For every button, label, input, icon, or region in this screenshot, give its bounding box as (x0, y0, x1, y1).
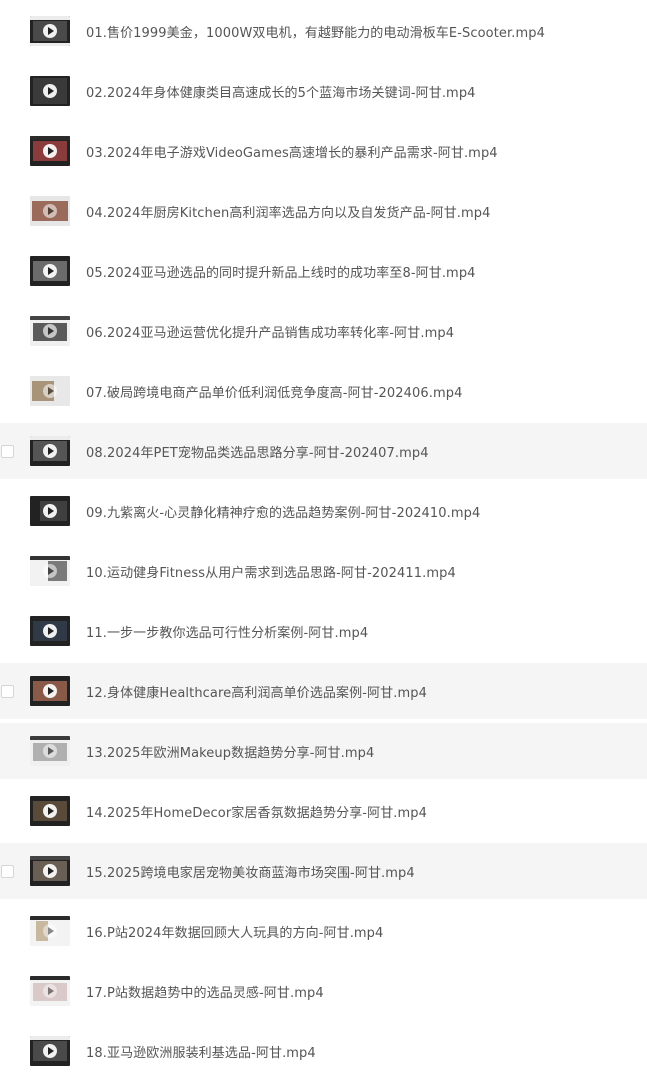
file-row[interactable]: 12.身体健康Healthcare高利润高单价选品案例-阿甘.mp4 (0, 663, 647, 719)
file-name[interactable]: 12.身体健康Healthcare高利润高单价选品案例-阿甘.mp4 (86, 682, 427, 701)
file-name[interactable]: 07.破局跨境电商产品单价低利润低竞争度高-阿甘-202406.mp4 (86, 382, 463, 401)
video-thumbnail-icon (30, 1036, 70, 1066)
file-row[interactable]: 11.一步一步教你选品可行性分析案例-阿甘.mp4 (0, 603, 647, 659)
file-name[interactable]: 02.2024年身体健康类目高速成长的5个蓝海市场关键词-阿甘.mp4 (86, 82, 476, 101)
video-thumbnail-icon (30, 16, 70, 46)
video-thumbnail-icon (30, 796, 70, 826)
file-name[interactable]: 10.运动健身Fitness从用户需求到选品思路-阿甘-202411.mp4 (86, 562, 456, 581)
file-name[interactable]: 01.售价1999美金，1000W双电机，有越野能力的电动滑板车E-Scoote… (86, 22, 545, 41)
file-row[interactable]: 07.破局跨境电商产品单价低利润低竞争度高-阿甘-202406.mp4 (0, 363, 647, 419)
video-thumbnail-icon (30, 616, 70, 646)
file-list: 01.售价1999美金，1000W双电机，有越野能力的电动滑板车E-Scoote… (0, 0, 647, 1079)
video-thumbnail-icon (30, 316, 70, 346)
file-name[interactable]: 14.2025年HomeDecor家居香氛数据趋势分享-阿甘.mp4 (86, 802, 427, 821)
file-name[interactable]: 06.2024亚马逊运营优化提升产品销售成功率转化率-阿甘.mp4 (86, 322, 454, 341)
file-name[interactable]: 16.P站2024年数据回顾大人玩具的方向-阿甘.mp4 (86, 922, 383, 941)
video-thumbnail-icon (30, 136, 70, 166)
file-name[interactable]: 08.2024年PET宠物品类选品思路分享-阿甘-202407.mp4 (86, 442, 429, 461)
video-thumbnail-icon (30, 556, 70, 586)
file-row[interactable]: 04.2024年厨房Kitchen高利润率选品方向以及自发货产品-阿甘.mp4 (0, 183, 647, 239)
file-row[interactable]: 18.亚马逊欧洲服装利基选品-阿甘.mp4 (0, 1023, 647, 1079)
file-row[interactable]: 06.2024亚马逊运营优化提升产品销售成功率转化率-阿甘.mp4 (0, 303, 647, 359)
video-thumbnail-icon (30, 676, 70, 706)
file-row[interactable]: 16.P站2024年数据回顾大人玩具的方向-阿甘.mp4 (0, 903, 647, 959)
file-name[interactable]: 17.P站数据趋势中的选品灵感-阿甘.mp4 (86, 982, 324, 1001)
file-row[interactable]: 01.售价1999美金，1000W双电机，有越野能力的电动滑板车E-Scoote… (0, 3, 647, 59)
file-row[interactable]: 13.2025年欧洲Makeup数据趋势分享-阿甘.mp4 (0, 723, 647, 779)
file-name[interactable]: 18.亚马逊欧洲服装利基选品-阿甘.mp4 (86, 1042, 316, 1061)
file-row[interactable]: 05.2024亚马逊选品的同时提升新品上线时的成功率至8-阿甘.mp4 (0, 243, 647, 299)
video-thumbnail-icon (30, 196, 70, 226)
video-thumbnail-icon (30, 496, 70, 526)
video-thumbnail-icon (30, 376, 70, 406)
row-checkbox[interactable] (1, 864, 14, 878)
video-thumbnail-icon (30, 736, 70, 766)
row-checkbox[interactable] (1, 444, 14, 458)
video-thumbnail-icon (30, 436, 70, 466)
file-name[interactable]: 11.一步一步教你选品可行性分析案例-阿甘.mp4 (86, 622, 368, 641)
file-name[interactable]: 15.2025跨境电家居宠物美妆商蓝海市场突围-阿甘.mp4 (86, 862, 415, 881)
video-thumbnail-icon (30, 76, 70, 106)
video-thumbnail-icon (30, 916, 70, 946)
video-thumbnail-icon (30, 256, 70, 286)
file-name[interactable]: 04.2024年厨房Kitchen高利润率选品方向以及自发货产品-阿甘.mp4 (86, 202, 491, 221)
video-thumbnail-icon (30, 976, 70, 1006)
video-thumbnail-icon (30, 856, 70, 886)
file-row[interactable]: 14.2025年HomeDecor家居香氛数据趋势分享-阿甘.mp4 (0, 783, 647, 839)
file-name[interactable]: 03.2024年电子游戏VideoGames高速增长的暴利产品需求-阿甘.mp4 (86, 142, 498, 161)
file-row[interactable]: 08.2024年PET宠物品类选品思路分享-阿甘-202407.mp4 (0, 423, 647, 479)
file-row[interactable]: 09.九紫离火-心灵静化精神疗愈的选品趋势案例-阿甘-202410.mp4 (0, 483, 647, 539)
file-name[interactable]: 05.2024亚马逊选品的同时提升新品上线时的成功率至8-阿甘.mp4 (86, 262, 476, 281)
file-row[interactable]: 17.P站数据趋势中的选品灵感-阿甘.mp4 (0, 963, 647, 1019)
file-row[interactable]: 02.2024年身体健康类目高速成长的5个蓝海市场关键词-阿甘.mp4 (0, 63, 647, 119)
file-row[interactable]: 10.运动健身Fitness从用户需求到选品思路-阿甘-202411.mp4 (0, 543, 647, 599)
file-row[interactable]: 15.2025跨境电家居宠物美妆商蓝海市场突围-阿甘.mp4 (0, 843, 647, 899)
file-name[interactable]: 13.2025年欧洲Makeup数据趋势分享-阿甘.mp4 (86, 742, 374, 761)
row-checkbox[interactable] (1, 684, 14, 698)
file-row[interactable]: 03.2024年电子游戏VideoGames高速增长的暴利产品需求-阿甘.mp4 (0, 123, 647, 179)
file-name[interactable]: 09.九紫离火-心灵静化精神疗愈的选品趋势案例-阿甘-202410.mp4 (86, 502, 480, 521)
